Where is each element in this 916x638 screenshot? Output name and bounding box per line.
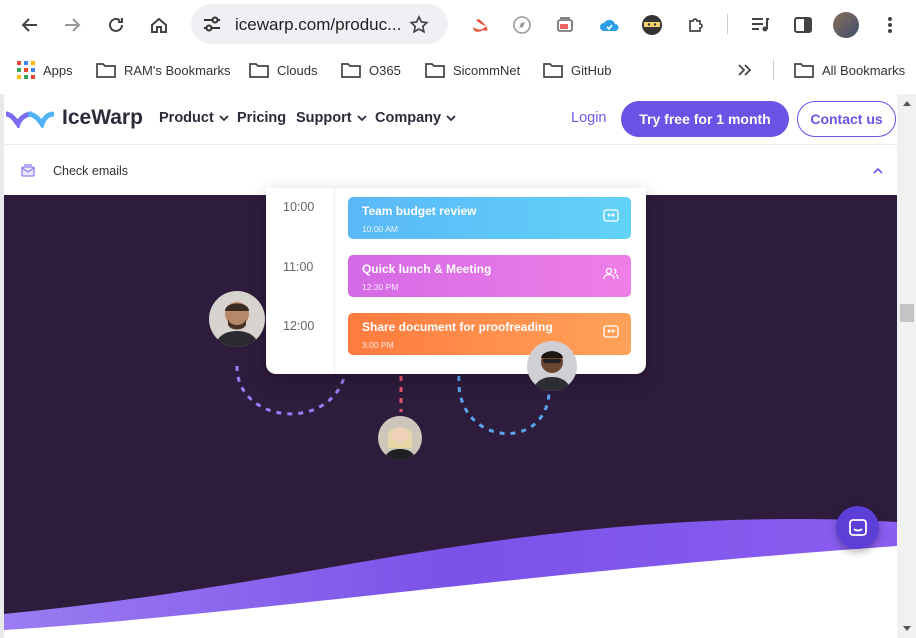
bookmark-folder[interactable]: Clouds [249, 60, 317, 80]
subbar-label: Check emails [53, 164, 129, 178]
menu-kebab-icon[interactable] [875, 10, 905, 40]
folder-icon [543, 63, 563, 78]
time-label: 12:00 [283, 319, 315, 333]
nav-company[interactable]: Company [375, 110, 456, 126]
web-page: IceWarp Product Pricing Support Company … [4, 94, 897, 638]
bookmark-folder[interactable]: RAM's Bookmarks [96, 60, 231, 80]
email-icon [21, 164, 35, 177]
icewarp-logo[interactable]: IceWarp [4, 106, 143, 130]
bookmarks-bar: Apps RAM's Bookmarks Clouds O365 SicommN… [0, 50, 916, 90]
time-label: 10:00 [283, 200, 315, 214]
nav-label: Company [375, 110, 442, 126]
chevron-down-icon [446, 114, 456, 121]
media-control-icon[interactable] [745, 10, 775, 40]
event-title: Team budget review [362, 204, 477, 218]
chevron-down-icon [219, 114, 229, 121]
bookmark-label: GitHub [571, 62, 612, 78]
bookmark-star-icon[interactable] [404, 10, 434, 40]
people-icon [603, 267, 619, 280]
scroll-up-arrow-icon[interactable] [902, 100, 912, 107]
bookmark-folder[interactable]: SicommNet [425, 60, 520, 80]
apps-grid-icon [17, 61, 35, 79]
folder-icon [425, 63, 445, 78]
cloud-extension-icon[interactable] [594, 10, 624, 40]
site-settings-icon[interactable] [203, 16, 221, 32]
gallery-extension-icon[interactable] [550, 10, 580, 40]
home-icon[interactable] [144, 10, 174, 40]
bookmark-folder[interactable]: GitHub [543, 60, 611, 80]
chevron-down-icon [356, 114, 367, 121]
bookmark-apps[interactable]: Apps [17, 60, 73, 80]
login-link[interactable]: Login [571, 110, 606, 126]
bookmark-label: O365 [369, 62, 401, 78]
bookmark-folder[interactable]: O365 [341, 60, 401, 80]
bookmarks-divider [773, 60, 774, 80]
more-bookmarks-icon[interactable] [737, 60, 761, 80]
logo-text: IceWarp [62, 106, 143, 129]
all-bookmarks-label: All Bookmarks [822, 62, 906, 78]
event-time: 12:30 PM [362, 282, 399, 292]
folder-icon [249, 63, 269, 78]
person-avatar [378, 416, 422, 460]
icewarp-logo-icon [5, 111, 55, 128]
bookmark-label: Clouds [277, 62, 318, 78]
calendar-card: 10:00 11:00 12:00 Team budget review 10:… [266, 188, 646, 374]
chat-icon [848, 518, 867, 536]
toolbar-divider [727, 14, 728, 34]
reload-icon[interactable] [101, 10, 131, 40]
ninja-extension-icon[interactable] [637, 10, 667, 40]
contact-us-button[interactable]: Contact us [797, 101, 896, 137]
forward-icon[interactable] [57, 10, 87, 40]
back-icon[interactable] [15, 10, 45, 40]
side-panel-icon[interactable] [788, 10, 818, 40]
scroll-down-arrow-icon[interactable] [902, 625, 912, 632]
extensions-puzzle-icon[interactable] [681, 10, 711, 40]
nav-pricing[interactable]: Pricing [237, 110, 286, 126]
scroll-thumb[interactable] [900, 304, 914, 322]
event-card[interactable]: Quick lunch & Meeting 12:30 PM [348, 255, 631, 297]
event-card[interactable]: Share document for proofreading 3:00 PM [348, 313, 631, 355]
bookmark-label: RAM's Bookmarks [124, 62, 231, 78]
event-time: 10:00 AM [362, 224, 398, 234]
person-avatar [209, 291, 265, 347]
video-meeting-icon [603, 209, 619, 222]
folder-icon [794, 63, 814, 78]
nav-support[interactable]: Support [296, 110, 367, 126]
event-card[interactable]: Team budget review 10:00 AM [348, 197, 631, 239]
time-label: 11:00 [283, 260, 314, 274]
chevron-up-icon[interactable] [873, 167, 883, 174]
folder-icon [341, 63, 361, 78]
chat-support-button[interactable] [836, 506, 879, 549]
compass-extension-icon[interactable] [507, 10, 537, 40]
person-avatar [527, 341, 577, 391]
event-title: Quick lunch & Meeting [362, 262, 492, 276]
nav-label: Support [296, 110, 352, 126]
try-free-button[interactable]: Try free for 1 month [621, 101, 789, 137]
bookmark-label: SicommNet [453, 62, 521, 78]
swift-extension-icon[interactable] [465, 10, 495, 40]
event-time: 3:00 PM [362, 340, 394, 350]
calendar-divider [334, 188, 335, 374]
nav-label: Pricing [237, 110, 287, 126]
page-scrollbar[interactable] [897, 94, 916, 638]
site-header: IceWarp Product Pricing Support Company … [4, 94, 897, 144]
event-title: Share document for proofreading [362, 320, 553, 334]
all-bookmarks[interactable]: All Bookmarks [794, 60, 905, 80]
video-meeting-icon [603, 325, 619, 338]
folder-icon [96, 63, 116, 78]
bookmark-label: Apps [43, 62, 73, 78]
profile-avatar[interactable] [833, 12, 859, 38]
browser-toolbar: icewarp.com/produc... [0, 0, 916, 50]
nav-label: Product [159, 110, 214, 126]
nav-product[interactable]: Product [159, 110, 229, 126]
url-text[interactable]: icewarp.com/produc... [235, 15, 401, 35]
